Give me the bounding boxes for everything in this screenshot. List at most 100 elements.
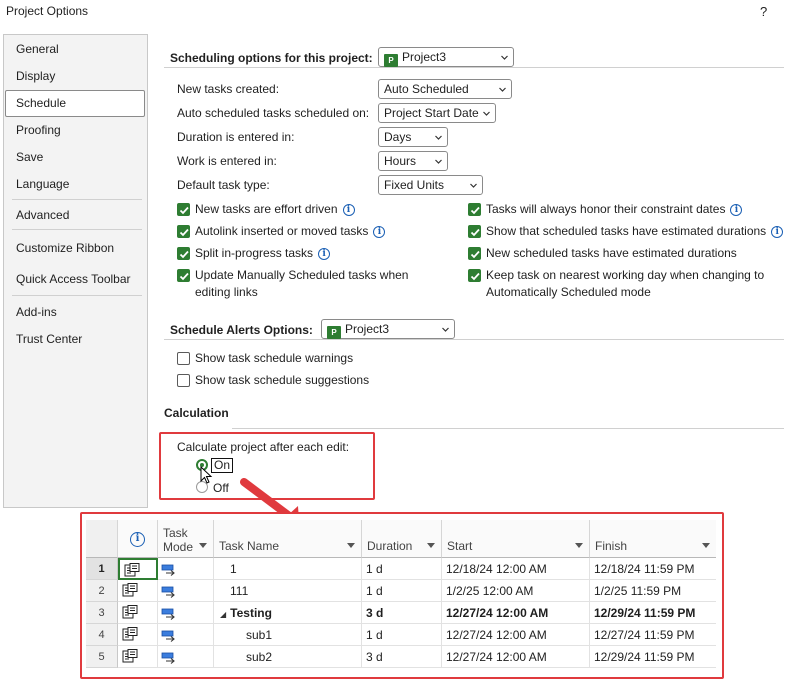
finish-cell[interactable]: 1/2/25 11:59 PM: [590, 580, 716, 602]
sidebar-item-save[interactable]: Save: [16, 150, 43, 164]
honor-constraints-checkbox[interactable]: [468, 203, 481, 216]
sidebar-item-schedule[interactable]: Schedule: [16, 96, 66, 110]
section-divider: [164, 67, 784, 68]
sidebar-item-proofing[interactable]: Proofing: [16, 123, 61, 137]
schedule-suggestions-checkbox[interactable]: [177, 374, 190, 387]
info-icon[interactable]: i: [318, 248, 331, 260]
start-cell[interactable]: 12/27/24 12:00 AM: [442, 646, 590, 668]
row-number[interactable]: 2: [86, 580, 118, 602]
row-number[interactable]: 3: [86, 602, 118, 624]
collapse-triangle-icon[interactable]: ◢: [220, 610, 226, 619]
indicator-cell[interactable]: [118, 624, 158, 646]
default-task-type-select[interactable]: Fixed Units: [378, 175, 483, 195]
scheduling-options-heading: Scheduling options for this project:: [170, 51, 373, 65]
filter-dropdown-icon[interactable]: [575, 543, 583, 549]
duration-cell[interactable]: 3 d: [362, 602, 442, 624]
calc-off-label[interactable]: Off: [213, 481, 229, 495]
finish-column-header[interactable]: Finish: [590, 520, 716, 558]
task-mode-cell[interactable]: [158, 558, 214, 580]
finish-cell[interactable]: 12/29/24 11:59 PM: [590, 602, 716, 624]
start-cell[interactable]: 12/27/24 12:00 AM: [442, 624, 590, 646]
task-name-cell[interactable]: 1: [214, 558, 362, 580]
schedule-warnings-checkbox[interactable]: [177, 352, 190, 365]
task-mode-cell[interactable]: [158, 646, 214, 668]
filter-dropdown-icon[interactable]: [347, 543, 355, 549]
task-mode-cell[interactable]: [158, 602, 214, 624]
sidebar-item-trust-center[interactable]: Trust Center: [16, 332, 82, 346]
task-name-cell[interactable]: sub1: [214, 624, 362, 646]
work-entered-value: Hours: [384, 154, 417, 168]
finish-cell[interactable]: 12/18/24 11:59 PM: [590, 558, 716, 580]
filter-dropdown-icon[interactable]: [702, 543, 710, 549]
indicator-cell[interactable]: [118, 580, 158, 602]
duration-entered-select[interactable]: Days: [378, 127, 448, 147]
sidebar-item-general[interactable]: General: [16, 42, 59, 56]
scheduling-project-select[interactable]: P Project3: [378, 47, 514, 67]
autolink-checkbox[interactable]: [177, 225, 190, 238]
task-name-cell[interactable]: 111: [214, 580, 362, 602]
default-task-type-label: Default task type:: [177, 178, 270, 192]
work-entered-select[interactable]: Hours: [378, 151, 448, 171]
duration-cell[interactable]: 1 d: [362, 580, 442, 602]
chevron-down-icon: [435, 135, 442, 140]
start-cell[interactable]: 12/27/24 12:00 AM: [442, 602, 590, 624]
finish-cell[interactable]: 12/29/24 11:59 PM: [590, 646, 716, 668]
sidebar-item-add-ins[interactable]: Add-ins: [16, 305, 57, 319]
indicator-cell[interactable]: [118, 646, 158, 668]
task-name-cell[interactable]: ◢ Testing: [214, 602, 362, 624]
indicator-cell[interactable]: [118, 602, 158, 624]
update-manual-tasks-checkbox[interactable]: [177, 269, 190, 282]
new-estimated-durations-checkbox[interactable]: [468, 247, 481, 260]
sidebar-item-language[interactable]: Language: [16, 177, 69, 191]
task-mode-column-header[interactable]: Task Mode: [158, 520, 214, 558]
update-manual-tasks-label-line2: editing links: [195, 285, 258, 299]
mouse-cursor-icon: [200, 466, 213, 484]
new-tasks-created-select[interactable]: Auto Scheduled: [378, 79, 512, 99]
info-icon[interactable]: i: [771, 226, 784, 238]
duration-cell[interactable]: 3 d: [362, 646, 442, 668]
duration-column-header[interactable]: Duration: [362, 520, 442, 558]
auto-scheduled-on-select[interactable]: Project Start Date: [378, 103, 496, 123]
task-name-column-header[interactable]: Task Name: [214, 520, 362, 558]
duration-cell[interactable]: 1 d: [362, 558, 442, 580]
task-mode-cell[interactable]: [158, 624, 214, 646]
section-divider: [232, 428, 784, 429]
new-estimated-durations-label: New scheduled tasks have estimated durat…: [486, 246, 737, 260]
start-column-header[interactable]: Start: [442, 520, 590, 558]
sidebar-item-advanced[interactable]: Advanced: [16, 208, 69, 222]
info-icon[interactable]: i: [373, 226, 386, 238]
task-notes-icon: [122, 583, 138, 601]
row-number[interactable]: 4: [86, 624, 118, 646]
duration-cell[interactable]: 1 d: [362, 624, 442, 646]
sidebar-item-quick-access-toolbar[interactable]: Quick Access Toolbar: [16, 272, 131, 286]
task-name-text: sub2: [246, 650, 273, 664]
task-mode-cell[interactable]: [158, 580, 214, 602]
indicator-cell[interactable]: [118, 558, 158, 580]
filter-dropdown-icon[interactable]: [427, 543, 435, 549]
info-icon[interactable]: i: [730, 204, 743, 216]
start-cell[interactable]: 12/18/24 12:00 AM: [442, 558, 590, 580]
indicators-column-header[interactable]: i: [118, 520, 158, 558]
sidebar-item-display[interactable]: Display: [16, 69, 55, 83]
task-name-cell[interactable]: sub2: [214, 646, 362, 668]
split-in-progress-label: Split in-progress tasks i: [195, 245, 331, 262]
sidebar-item-customize-ribbon[interactable]: Customize Ribbon: [16, 241, 114, 255]
help-button[interactable]: ?: [760, 4, 767, 19]
filter-dropdown-icon[interactable]: [199, 543, 207, 549]
effort-driven-checkbox[interactable]: [177, 203, 190, 216]
start-cell[interactable]: 1/2/25 12:00 AM: [442, 580, 590, 602]
auto-scheduled-on-value: Project Start Date: [384, 106, 479, 120]
alerts-project-select[interactable]: P Project3: [321, 319, 455, 339]
schedule-alerts-heading: Schedule Alerts Options:: [170, 323, 313, 337]
keep-task-working-day-checkbox[interactable]: [468, 269, 481, 282]
info-icon[interactable]: i: [342, 204, 355, 216]
calculate-prompt: Calculate project after each edit:: [177, 440, 350, 454]
calc-on-label[interactable]: On: [211, 458, 234, 473]
row-number[interactable]: 1: [86, 558, 118, 580]
split-in-progress-checkbox[interactable]: [177, 247, 190, 260]
finish-cell[interactable]: 12/27/24 11:59 PM: [590, 624, 716, 646]
show-estimated-durations-checkbox[interactable]: [468, 225, 481, 238]
task-notes-icon: [124, 563, 140, 578]
row-number[interactable]: 5: [86, 646, 118, 668]
default-task-type-value: Fixed Units: [384, 178, 445, 192]
